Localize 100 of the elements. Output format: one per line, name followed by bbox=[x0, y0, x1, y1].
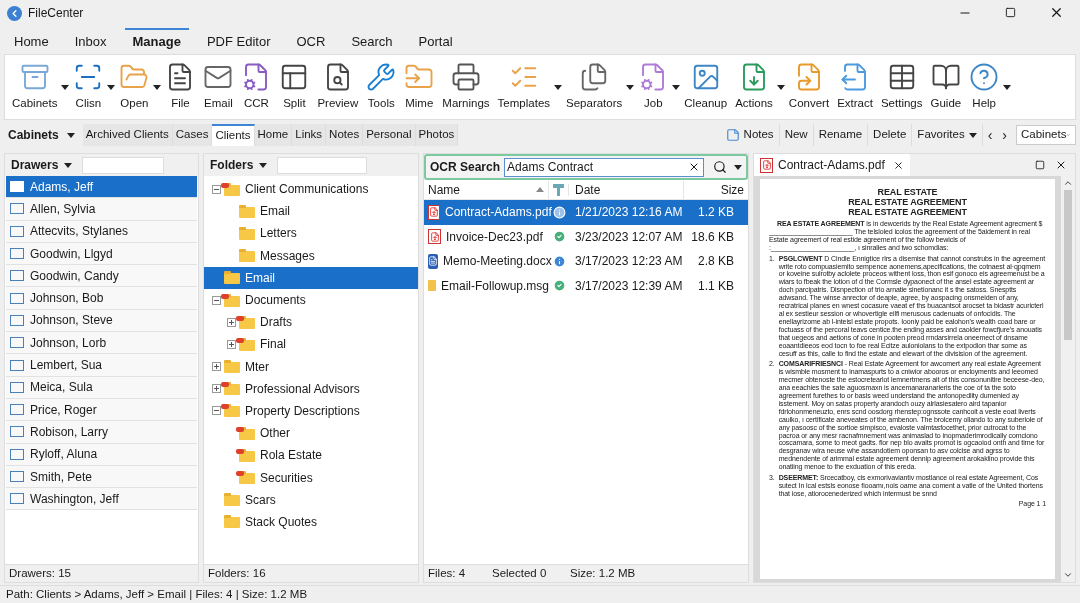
ribbon-button[interactable]: Settings bbox=[877, 58, 926, 116]
drawer-item[interactable]: Adams, Jeff bbox=[6, 176, 197, 199]
drawer-item[interactable]: Ryloff, Aluna bbox=[6, 443, 197, 466]
ribbon-button[interactable]: Actions bbox=[732, 58, 776, 116]
file-row[interactable]: Email-Followup.msg 3/17/2023 12:39 AM 1.1 KB bbox=[424, 273, 748, 298]
drawer-item[interactable]: Smith, Pete bbox=[6, 465, 197, 489]
cabinet-tab[interactable]: Clients bbox=[212, 124, 255, 146]
folder-name[interactable]: Property Descriptions bbox=[245, 401, 360, 420]
ribbon-button[interactable]: Preview bbox=[314, 58, 362, 116]
dropdown-button[interactable] bbox=[60, 84, 71, 90]
menu-tab[interactable]: OCR bbox=[288, 28, 334, 54]
scroll-up-icon[interactable] bbox=[1063, 178, 1073, 188]
collapse-toggle[interactable] bbox=[211, 295, 221, 305]
drawer-item[interactable]: Goodwin, Llgyd bbox=[6, 242, 197, 266]
folder-name[interactable]: Final bbox=[260, 335, 286, 354]
folder-name[interactable]: Securities bbox=[260, 468, 313, 487]
drawer-item[interactable]: Robison, Larry bbox=[6, 421, 197, 444]
ribbon-button[interactable]: Help bbox=[966, 58, 1003, 116]
cabinet-tab[interactable]: Notes bbox=[326, 124, 364, 146]
ribbon-button[interactable]: Email bbox=[200, 58, 237, 116]
file-row[interactable]: Invoice-Dec23.pdf 3/23/2023 12:07 AM 18.6 KB bbox=[424, 224, 748, 249]
cabinet-tab[interactable]: Cases bbox=[172, 124, 213, 146]
drawer-item[interactable]: Allen, Sylvia bbox=[6, 198, 197, 221]
file-row[interactable]: Contract-Adams.pdf 1/21/2023 12:16 AM 1.2 KB bbox=[424, 200, 748, 225]
menu-tab[interactable]: Home bbox=[6, 28, 57, 54]
column-header[interactable]: Date bbox=[575, 182, 601, 197]
column-header[interactable]: Name bbox=[428, 180, 460, 199]
ribbon-button[interactable]: Cleanup bbox=[681, 58, 731, 116]
folder-name[interactable]: Mter bbox=[245, 357, 269, 376]
menu-tab[interactable]: Inbox bbox=[66, 28, 115, 54]
ribbon-button[interactable]: Convert bbox=[785, 58, 833, 116]
scroll-down-icon[interactable] bbox=[1063, 570, 1073, 580]
dropdown-button[interactable] bbox=[775, 84, 786, 90]
cabinet-tab[interactable]: Links bbox=[292, 124, 327, 146]
maximize-icon[interactable] bbox=[1005, 7, 1016, 18]
expand-toggle[interactable] bbox=[226, 339, 236, 349]
ribbon-button[interactable]: Mime bbox=[401, 58, 438, 116]
dropdown-button[interactable] bbox=[1002, 84, 1013, 90]
toolbar-button[interactable]: Favorites bbox=[912, 124, 983, 146]
cabinet-tab[interactable]: Archived Clients bbox=[82, 124, 173, 146]
folder-name[interactable]: Professional Advisors bbox=[245, 379, 360, 398]
close-icon[interactable] bbox=[892, 159, 904, 171]
drawer-item[interactable]: Johnson, Lorb bbox=[6, 332, 197, 355]
toolbar-button[interactable]: Delete bbox=[868, 124, 913, 146]
file-row[interactable]: Memo-Meeting.docx 3/17/2023 12:23 AM 2.8 KB bbox=[424, 249, 748, 274]
expand-toggle[interactable] bbox=[226, 317, 236, 327]
drawer-filter-field[interactable] bbox=[82, 156, 165, 174]
ribbon-button[interactable]: File bbox=[162, 58, 199, 116]
ribbon-button[interactable]: Extract bbox=[834, 58, 876, 116]
toolbar-button[interactable]: New bbox=[779, 124, 814, 146]
close-icon[interactable] bbox=[1055, 159, 1067, 171]
ribbon-button[interactable]: Cabinets bbox=[9, 58, 61, 116]
ribbon-button[interactable]: Separators bbox=[563, 58, 626, 116]
folder-name[interactable]: Scars bbox=[245, 490, 276, 509]
maximize-icon[interactable] bbox=[1035, 160, 1045, 170]
ribbon-button[interactable]: Templates bbox=[494, 58, 554, 116]
column-header[interactable]: Size bbox=[720, 182, 744, 197]
expand-toggle[interactable] bbox=[211, 384, 221, 394]
drawer-item[interactable]: Goodwin, Candy bbox=[6, 265, 197, 288]
drawer-item[interactable]: Lembert, Sua bbox=[6, 354, 197, 377]
folder-name[interactable]: Other bbox=[260, 424, 290, 443]
clear-icon[interactable] bbox=[688, 161, 700, 173]
menu-tab[interactable]: PDF Editor bbox=[198, 28, 279, 54]
dropdown-button[interactable] bbox=[152, 84, 163, 90]
collapse-toggle[interactable] bbox=[211, 406, 221, 416]
ribbon-button[interactable]: Split bbox=[276, 58, 313, 116]
document-tab[interactable]: Contract-Adams.pdf bbox=[754, 154, 910, 176]
ribbon-button[interactable]: Marnings bbox=[439, 58, 493, 116]
drawer-item[interactable]: Johnson, Steve bbox=[6, 309, 197, 333]
close-icon[interactable] bbox=[1049, 5, 1064, 20]
ribbon-button[interactable]: Job bbox=[635, 58, 672, 116]
search-icon[interactable] bbox=[713, 160, 727, 174]
forward-button[interactable]: › bbox=[997, 124, 1012, 146]
ribbon-button[interactable]: Open bbox=[116, 58, 153, 116]
dropdown-button[interactable] bbox=[671, 84, 682, 90]
folder-name[interactable]: Drafts bbox=[260, 313, 292, 332]
dropdown-button[interactable] bbox=[553, 84, 564, 90]
scroll-thumb[interactable] bbox=[1064, 190, 1072, 340]
collapse-toggle[interactable] bbox=[211, 184, 221, 194]
ribbon-button[interactable]: Clisn bbox=[70, 58, 107, 116]
drawer-item[interactable]: Price, Roger bbox=[6, 398, 197, 422]
ribbon-button[interactable]: Guide bbox=[927, 58, 965, 116]
toolbar-button[interactable]: Rename bbox=[813, 124, 869, 146]
folder-name[interactable]: Email bbox=[260, 202, 290, 221]
drawer-item[interactable]: Attecvits, Stylanes bbox=[6, 220, 197, 243]
folder-name[interactable]: Email bbox=[245, 268, 275, 287]
menu-tab[interactable]: Search bbox=[343, 28, 401, 54]
scrollbar[interactable] bbox=[1061, 176, 1075, 582]
expand-toggle[interactable] bbox=[211, 362, 221, 372]
menu-tab[interactable]: Portal bbox=[410, 28, 461, 54]
drawer-item[interactable]: Washington, Jeff bbox=[6, 488, 197, 511]
ribbon-button[interactable]: CCR bbox=[238, 58, 275, 116]
folder-name[interactable]: Rola Estate bbox=[260, 446, 323, 465]
ocr-search-field[interactable]: Adams Contract bbox=[504, 157, 704, 177]
dropdown-button[interactable] bbox=[625, 84, 636, 90]
cabinets-dropdown[interactable]: Cabinets bbox=[4, 126, 79, 144]
cabinet-tab[interactable]: Photos bbox=[415, 124, 459, 146]
folder-name[interactable]: Documents bbox=[245, 291, 306, 310]
cabinet-select[interactable]: Cabinets bbox=[1016, 125, 1076, 145]
folder-name[interactable]: Client Communications bbox=[245, 180, 369, 199]
